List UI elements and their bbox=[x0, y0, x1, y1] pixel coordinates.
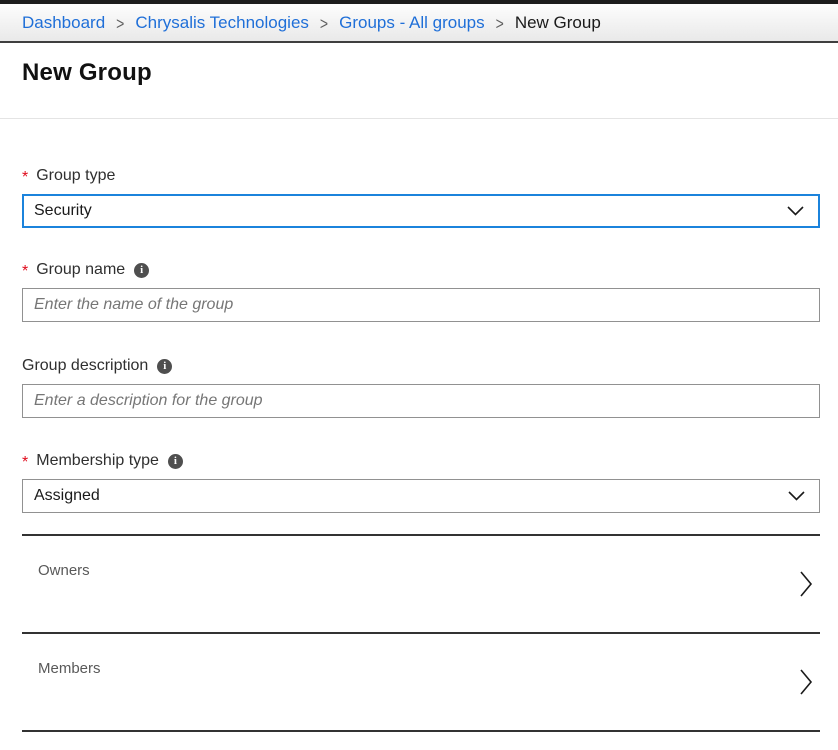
title-divider bbox=[0, 118, 838, 119]
chevron-down-icon bbox=[787, 206, 804, 216]
group-description-label-text: Group description bbox=[22, 357, 148, 375]
breadcrumb-item-dashboard[interactable]: Dashboard bbox=[22, 13, 105, 33]
members-row[interactable]: Members bbox=[22, 634, 820, 732]
breadcrumb-item-current: New Group bbox=[515, 13, 601, 33]
group-name-input[interactable] bbox=[22, 288, 820, 322]
group-type-label-text: Group type bbox=[36, 167, 115, 185]
membership-type-value: Assigned bbox=[34, 487, 100, 505]
group-description-input[interactable] bbox=[22, 384, 820, 418]
breadcrumb-separator: > bbox=[116, 13, 124, 33]
required-asterisk: * bbox=[22, 455, 28, 471]
chevron-right-icon bbox=[799, 569, 814, 599]
breadcrumb: Dashboard > Chrysalis Technologies > Gro… bbox=[0, 4, 838, 43]
required-asterisk: * bbox=[22, 264, 28, 280]
membership-type-label: * Membership type i bbox=[22, 452, 820, 470]
group-type-select[interactable]: Security bbox=[22, 194, 820, 228]
info-icon[interactable]: i bbox=[134, 263, 149, 278]
owners-row[interactable]: Owners bbox=[22, 536, 820, 634]
chevron-down-icon bbox=[788, 491, 805, 501]
owners-label: Owners bbox=[38, 562, 90, 579]
group-name-label: * Group name i bbox=[22, 261, 820, 279]
breadcrumb-item-groups[interactable]: Groups - All groups bbox=[339, 13, 485, 33]
group-name-label-text: Group name bbox=[36, 261, 125, 279]
new-group-form: * Group type Security * Group name i Gro… bbox=[0, 167, 838, 732]
chevron-right-icon bbox=[799, 667, 814, 697]
breadcrumb-separator: > bbox=[320, 13, 328, 33]
membership-type-label-text: Membership type bbox=[36, 452, 159, 470]
group-description-label: Group description i bbox=[22, 357, 820, 375]
page-title: New Group bbox=[22, 59, 816, 87]
breadcrumb-item-directory[interactable]: Chrysalis Technologies bbox=[135, 13, 309, 33]
info-icon[interactable]: i bbox=[157, 359, 172, 374]
breadcrumb-separator: > bbox=[496, 13, 504, 33]
info-icon[interactable]: i bbox=[168, 454, 183, 469]
required-asterisk: * bbox=[22, 170, 28, 186]
members-label: Members bbox=[38, 660, 101, 677]
group-type-label: * Group type bbox=[22, 167, 820, 185]
group-type-value: Security bbox=[34, 202, 92, 220]
membership-type-select[interactable]: Assigned bbox=[22, 479, 820, 513]
picker-rows: Owners Members bbox=[22, 534, 820, 732]
